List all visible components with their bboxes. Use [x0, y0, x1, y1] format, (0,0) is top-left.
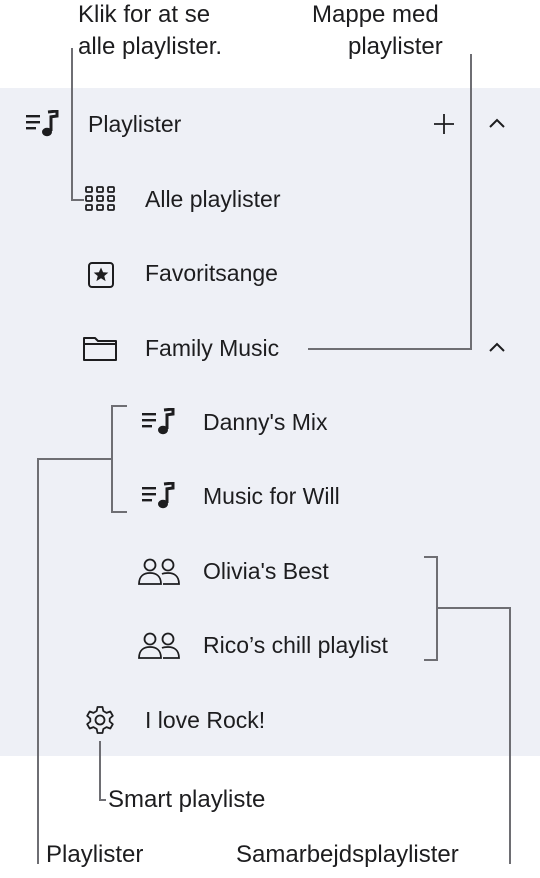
sidebar-item-favorites[interactable]: Favoritsange — [145, 259, 278, 287]
sidebar-item-family-music-folder[interactable]: Family Music — [145, 334, 279, 362]
callout-playlists: Playlister — [46, 841, 144, 868]
playlist-icon — [142, 481, 176, 517]
sidebar-item-i-love-rock[interactable]: I love Rock! — [145, 706, 265, 734]
sidebar-item-olivias-best[interactable]: Olivia's Best — [203, 557, 329, 585]
callout-all-line2: alle playlister. — [78, 33, 223, 60]
plus-icon[interactable] — [432, 112, 456, 141]
callout-folder-line2: playlister — [348, 33, 443, 60]
people-icon — [137, 557, 181, 592]
chevron-up-icon[interactable] — [487, 117, 507, 136]
grid-icon — [84, 185, 116, 218]
star-icon — [87, 261, 115, 294]
callout-folder-line1: Mappe med — [312, 1, 439, 28]
callout-collaborative-playlists: Samarbejdsplaylister — [236, 841, 459, 868]
sidebar-item-all-playlists[interactable]: Alle playlister — [145, 185, 281, 213]
sidebar-item-dannys-mix[interactable]: Danny's Mix — [203, 408, 328, 436]
playlist-icon — [26, 109, 60, 145]
sidebar-item-music-for-will[interactable]: Music for Will — [203, 482, 340, 510]
people-icon — [137, 631, 181, 666]
callout-smart-playlist: Smart playliste — [108, 786, 266, 813]
gear-icon — [84, 704, 116, 741]
callout-all-line1: Klik for at se — [78, 1, 211, 28]
chevron-up-icon[interactable] — [487, 341, 507, 360]
sidebar-item-ricos-chill-playlist[interactable]: Rico’s chill playlist — [203, 631, 388, 659]
sidebar-header-label[interactable]: Playlister — [88, 110, 181, 138]
playlist-icon — [142, 407, 176, 443]
folder-icon — [82, 334, 118, 367]
